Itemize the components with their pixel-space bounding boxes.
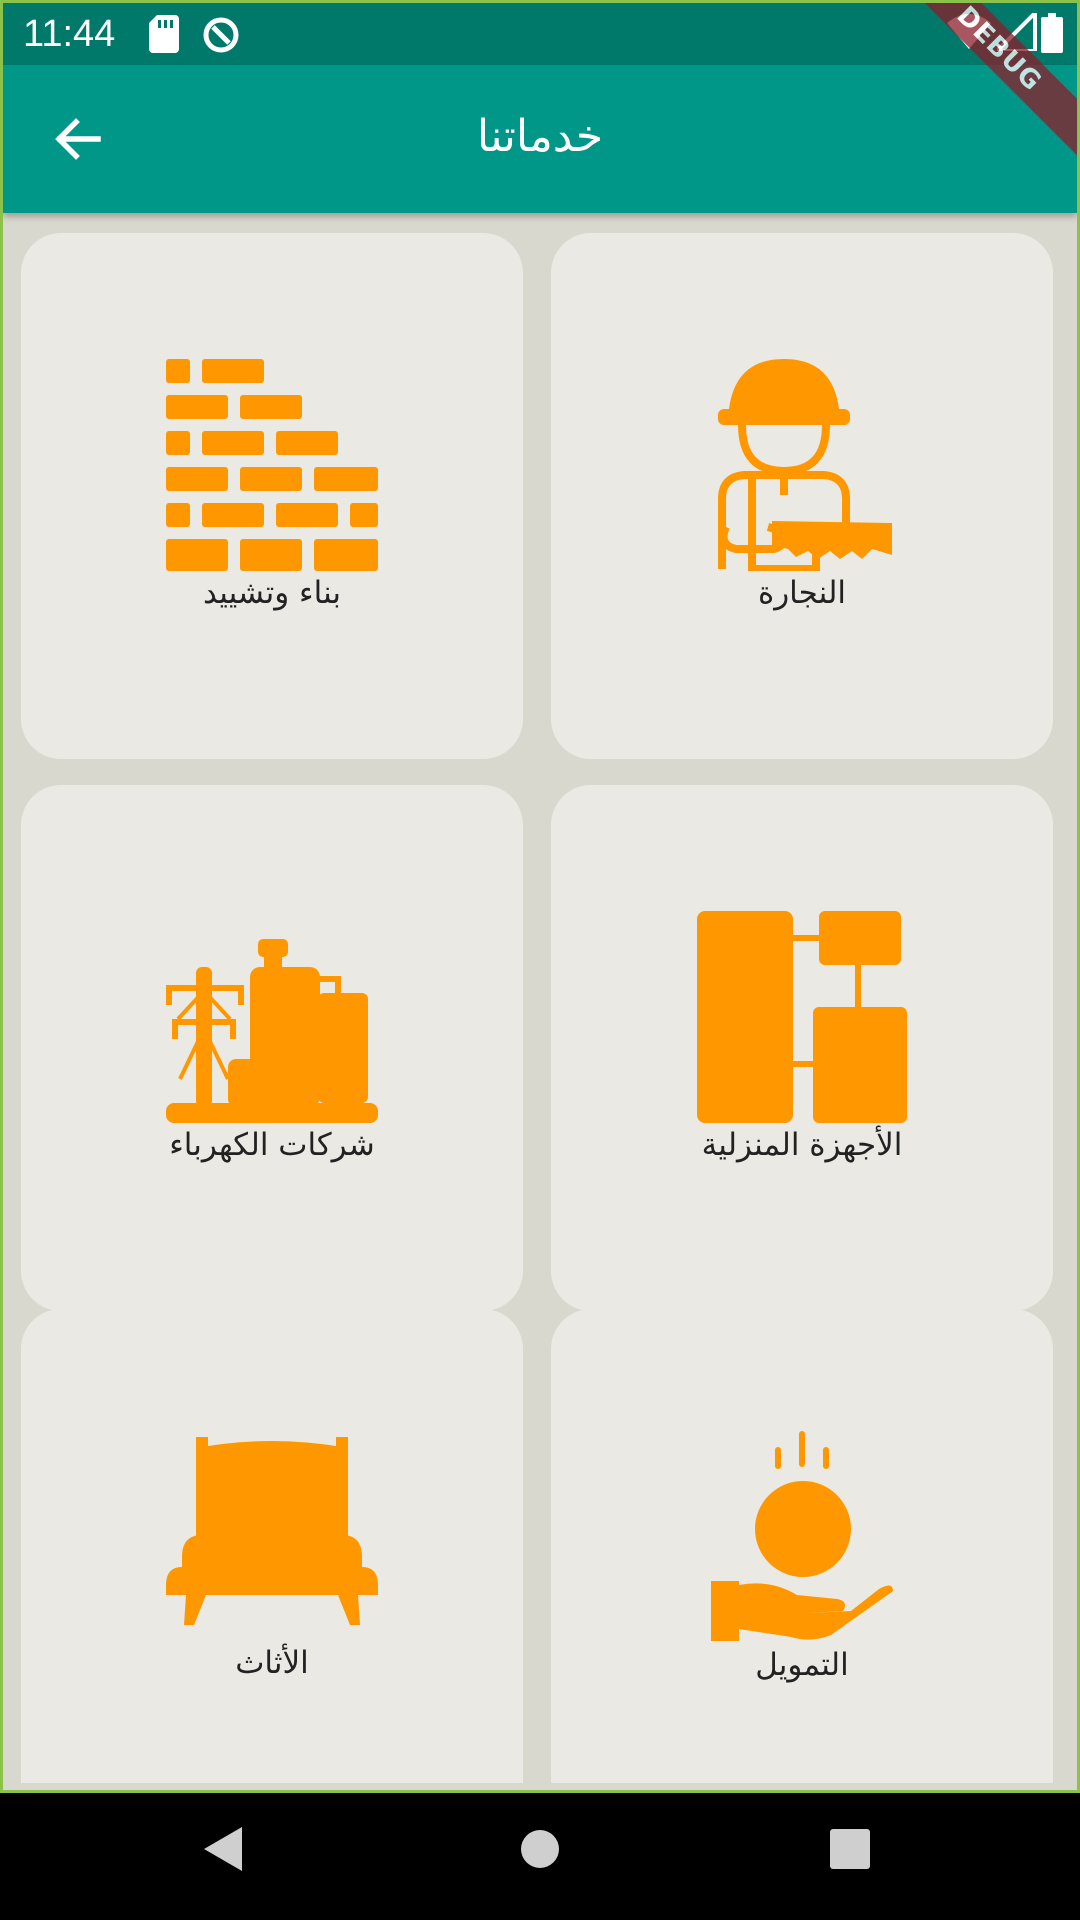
service-label: النجارة [757, 575, 847, 611]
recents-nav-icon[interactable] [830, 1829, 870, 1873]
status-time: 11:44 [23, 13, 116, 55]
app-bar: خدماتنا [3, 65, 1077, 213]
bed-icon [166, 1437, 378, 1625]
finance-hand-coin-icon [711, 1431, 893, 1641]
app-screen: 11:44 خدماتنا DEBUG بناء وتشييد النجارة … [0, 0, 1080, 1793]
back-nav-icon[interactable] [200, 1823, 246, 1879]
power-plant-icon [166, 939, 378, 1123]
service-label: الأجهزة المنزلية [701, 1127, 903, 1163]
battery-icon [1041, 13, 1063, 57]
service-label: التمويل [755, 1647, 849, 1683]
brick-wall-icon [166, 359, 378, 571]
services-grid: بناء وتشييد النجارة شركات الكهرباء الأجه… [21, 233, 1053, 1783]
service-label: الأثاث [235, 1645, 309, 1681]
service-card-carpentry[interactable]: النجارة [551, 233, 1053, 759]
home-nav-icon[interactable] [520, 1829, 560, 1873]
service-card-construction[interactable]: بناء وتشييد [21, 233, 523, 759]
service-card-appliances[interactable]: الأجهزة المنزلية [551, 785, 1053, 1311]
appliances-icon [697, 911, 907, 1123]
service-card-finance[interactable]: التمويل [551, 1309, 1053, 1783]
page-title: خدماتنا [476, 111, 604, 162]
system-nav-bar [0, 1793, 1080, 1920]
service-label: شركات الكهرباء [169, 1127, 375, 1163]
carpenter-icon [718, 359, 892, 571]
sd-card-icon [149, 15, 179, 57]
service-label: بناء وتشييد [202, 575, 342, 611]
sync-icon [201, 15, 241, 59]
service-card-electricity[interactable]: شركات الكهرباء [21, 785, 523, 1311]
service-card-furniture[interactable]: الأثاث [21, 1309, 523, 1783]
status-bar: 11:44 [3, 3, 1077, 65]
